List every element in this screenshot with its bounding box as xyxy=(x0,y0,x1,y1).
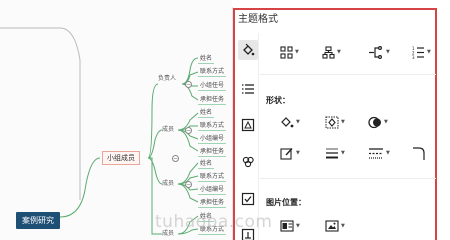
collapse-handle[interactable]: − xyxy=(185,127,192,134)
branch-node[interactable]: 小组成员 xyxy=(102,151,140,165)
fill-color-icon[interactable]: ▼ xyxy=(280,114,300,130)
image-position-label: 图片位置： xyxy=(266,198,306,207)
svg-text:3: 3 xyxy=(412,55,415,59)
numbered-list-icon[interactable]: 123 ▼ xyxy=(412,44,431,60)
divider xyxy=(260,74,436,75)
leaf-group-id[interactable]: 小组任号 xyxy=(198,80,227,91)
role-member[interactable]: 成员 xyxy=(162,178,174,189)
corner-icon[interactable] xyxy=(412,145,426,161)
image-shape-icon[interactable] xyxy=(238,115,258,135)
image-left-icon[interactable]: ▼ xyxy=(280,218,300,234)
shape-style-icon[interactable]: ▼ xyxy=(368,114,388,130)
leaf-name[interactable]: 姓名 xyxy=(198,53,215,64)
leaf-name[interactable]: 姓名 xyxy=(198,107,215,118)
role-member[interactable]: 成员 xyxy=(162,124,174,135)
connector-icon[interactable]: ▼ xyxy=(368,44,390,60)
collapse-handle[interactable]: − xyxy=(185,81,192,88)
grape-icon[interactable] xyxy=(238,151,258,171)
paint-bucket-icon[interactable] xyxy=(238,40,258,60)
leaf-task[interactable]: 承担任务 xyxy=(198,197,227,208)
collapse-handle[interactable]: − xyxy=(172,155,179,162)
leaf-task[interactable]: 承担任务 xyxy=(198,146,227,157)
collapse-handle[interactable]: − xyxy=(185,181,192,188)
role-leader[interactable]: 负责人 xyxy=(158,73,176,84)
border-color-icon[interactable]: ▼ xyxy=(280,145,300,161)
leaf-group-id[interactable]: 小组编号 xyxy=(198,184,227,195)
leaf-contact[interactable]: 联系方式 xyxy=(198,120,227,131)
dashed-line-icon[interactable]: ▼ xyxy=(368,145,390,161)
line-weight-icon[interactable]: ▼ xyxy=(325,145,345,161)
leaf-contact[interactable]: 联系方式 xyxy=(198,66,227,77)
leaf-name[interactable]: 姓名 xyxy=(198,158,215,169)
org-structure-icon[interactable]: ▼ xyxy=(322,44,341,60)
root-node[interactable]: 案例研究 xyxy=(16,212,60,229)
watermark: tuhaoba.com xyxy=(155,212,273,232)
shape-section-label: 形状： xyxy=(266,96,290,105)
grid-layout-icon[interactable]: ▼ xyxy=(280,44,299,60)
list-icon[interactable] xyxy=(238,79,258,99)
leaf-task[interactable]: 承担任务 xyxy=(198,94,227,105)
checkbox-icon[interactable] xyxy=(238,189,258,209)
border-shape-icon[interactable]: ▼ xyxy=(325,114,345,130)
leaf-contact[interactable]: 联系方式 xyxy=(198,171,227,182)
leaf-group-id[interactable]: 小组编号 xyxy=(198,133,227,144)
mindmap-canvas[interactable]: 姓名 联系方式 小组任号 承担任务 负责人 − 姓名 联系方式 小组编号 承担任… xyxy=(0,0,232,240)
divider xyxy=(260,178,436,179)
panel-title: 主题格式 xyxy=(238,14,278,25)
image-top-icon[interactable]: ▼ xyxy=(325,218,345,234)
